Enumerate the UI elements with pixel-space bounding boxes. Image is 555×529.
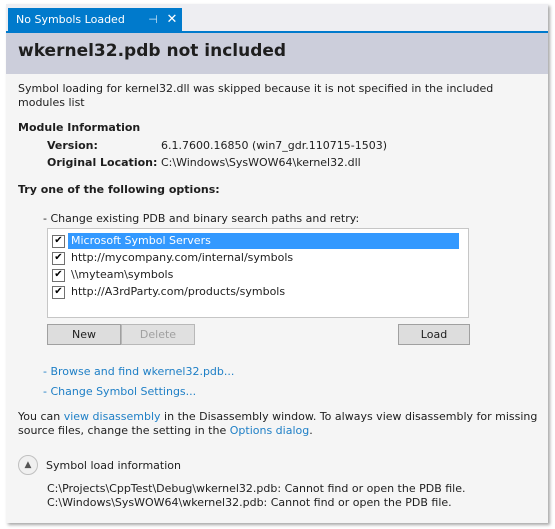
location-value: C:\Windows\SysWOW64\kernel32.dll xyxy=(161,156,361,169)
browse-link[interactable]: - Browse and find wkernel32.pdb... xyxy=(43,365,234,378)
symbol-load-info-title: Symbol load information xyxy=(46,458,181,472)
change-symbol-settings-link[interactable]: - Change Symbol Settings... xyxy=(43,385,196,398)
check-icon: ✔ xyxy=(54,252,63,263)
document-window: No Symbols Loaded ⊣ ✕ wkernel32.pdb not … xyxy=(6,4,548,523)
checkbox[interactable]: ✔ xyxy=(52,285,65,299)
check-icon: ✔ xyxy=(54,235,63,246)
disassembly-text-part3: . xyxy=(309,424,313,437)
check-icon: ✔ xyxy=(54,269,63,280)
symbol-load-info-toggle[interactable]: ▲ Symbol load information xyxy=(18,455,181,475)
disassembly-text-part1: You can xyxy=(18,410,64,423)
page-title: wkernel32.pdb not included xyxy=(18,41,287,61)
page-header: wkernel32.pdb not included xyxy=(6,33,548,74)
list-item[interactable]: ✔ Microsoft Symbol Servers xyxy=(52,233,459,249)
checkbox[interactable]: ✔ xyxy=(52,268,65,282)
delete-button[interactable]: Delete xyxy=(121,324,195,345)
list-item[interactable]: ✔ http://A3rdParty.com/products/symbols xyxy=(52,284,288,300)
tab-strip: No Symbols Loaded ⊣ ✕ xyxy=(6,4,548,31)
retry-text: - Change existing PDB and binary search … xyxy=(43,212,360,225)
new-button[interactable]: New xyxy=(47,324,121,345)
view-disassembly-link[interactable]: view disassembly xyxy=(64,410,161,423)
list-item[interactable]: ✔ \\myteam\symbols xyxy=(52,267,176,283)
options-title: Try one of the following options: xyxy=(18,183,220,196)
checkbox[interactable]: ✔ xyxy=(52,234,65,248)
load-info-line: C:\Projects\CppTest\Debug\wkernel32.pdb:… xyxy=(47,482,466,495)
search-paths-list[interactable]: ✔ Microsoft Symbol Servers ✔ http://myco… xyxy=(47,228,469,318)
list-item[interactable]: ✔ http://mycompany.com/internal/symbols xyxy=(52,250,296,266)
check-icon: ✔ xyxy=(54,286,63,297)
list-item-label: \\myteam\symbols xyxy=(71,268,174,281)
tab-no-symbols-loaded[interactable]: No Symbols Loaded ⊣ ✕ xyxy=(8,8,182,31)
module-info-title: Module Information xyxy=(18,121,141,134)
load-info-line: C:\Windows\SysWOW64\wkernel32.pdb: Canno… xyxy=(47,496,452,509)
tab-label: No Symbols Loaded xyxy=(16,13,125,26)
list-item-label: Microsoft Symbol Servers xyxy=(68,233,459,249)
pin-icon[interactable]: ⊣ xyxy=(144,13,162,26)
description-text: Symbol loading for kernel32.dll was skip… xyxy=(18,82,494,109)
list-item-label: http://mycompany.com/internal/symbols xyxy=(71,251,294,264)
location-label: Original Location: xyxy=(47,156,158,169)
version-label: Version: xyxy=(47,139,98,152)
close-icon[interactable]: ✕ xyxy=(162,12,182,27)
list-item-label: http://A3rdParty.com/products/symbols xyxy=(71,285,286,298)
disassembly-text: You can view disassembly in the Disassem… xyxy=(18,410,538,438)
version-value: 6.1.7600.16850 (win7_gdr.110715-1503) xyxy=(161,139,388,152)
symbol-load-info-details: C:\Projects\CppTest\Debug\wkernel32.pdb:… xyxy=(47,482,466,510)
checkbox[interactable]: ✔ xyxy=(52,251,65,265)
options-dialog-link[interactable]: Options dialog xyxy=(230,424,310,437)
chevron-up-icon[interactable]: ▲ xyxy=(18,455,38,475)
load-button[interactable]: Load xyxy=(398,324,470,345)
